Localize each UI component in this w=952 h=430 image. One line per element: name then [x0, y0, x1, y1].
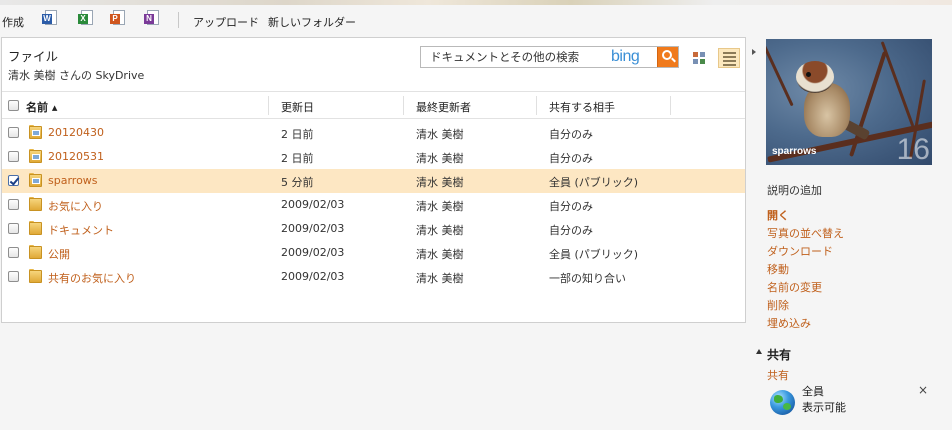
column-shared-with[interactable]: 共有する相手	[549, 99, 615, 115]
row-checkbox[interactable]	[8, 223, 19, 234]
column-modified-by[interactable]: 最終更新者	[416, 99, 471, 115]
sharing-heading: 共有	[767, 348, 792, 362]
item-count: 16	[896, 133, 930, 165]
modified-date: 5 分前	[281, 176, 314, 189]
modified-date: 2 日前	[281, 128, 314, 141]
shared-with: 自分のみ	[549, 200, 593, 213]
toolbar-divider	[178, 12, 179, 28]
upload-button[interactable]: アップロード	[193, 14, 259, 30]
modified-by: 清水 美樹	[416, 176, 464, 189]
header-banner	[0, 0, 952, 5]
modified-by: 清水 美樹	[416, 200, 464, 213]
list-icon	[723, 52, 736, 66]
shared-with: 全員 (パブリック)	[549, 248, 639, 261]
shared-with: 一部の知り合い	[549, 272, 626, 285]
folder-icon	[28, 197, 43, 212]
row-checkbox[interactable]	[8, 127, 19, 138]
modified-date: 2 日前	[281, 152, 314, 165]
row-checkbox-checked[interactable]	[8, 175, 19, 186]
table-row[interactable]: 20120430 2 日前 清水 美樹 自分のみ	[2, 121, 745, 145]
search-box: bing	[420, 46, 679, 68]
file-name-link[interactable]: 20120430	[48, 126, 104, 139]
add-description-link[interactable]: 説明の追加	[767, 182, 822, 198]
table-row[interactable]: 共有のお気に入り 2009/02/03 清水 美樹 一部の知り合い	[2, 265, 745, 289]
table-row[interactable]: ドキュメント 2009/02/03 清水 美樹 自分のみ	[2, 217, 745, 241]
modified-date: 2009/02/03	[281, 222, 345, 235]
select-all-checkbox[interactable]	[8, 100, 19, 111]
shared-with: 自分のみ	[549, 224, 593, 237]
table-row-selected[interactable]: sparrows 5 分前 清水 美樹 全員 (パブリック)	[2, 169, 745, 193]
row-checkbox[interactable]	[8, 247, 19, 258]
modified-by: 清水 美樹	[416, 272, 464, 285]
file-name-link[interactable]: 20120531	[48, 150, 104, 163]
table-row[interactable]: お気に入り 2009/02/03 清水 美樹 自分のみ	[2, 193, 745, 217]
command-toolbar: 作成 W X P N アップロード 新しいフォルダー	[0, 8, 952, 34]
file-name-link[interactable]: 共有のお気に入り	[48, 270, 136, 286]
files-panel: ファイル 清水 美樹 さんの SkyDrive bing 名前 ▴ 更新日 最終…	[1, 37, 746, 323]
album-name: sparrows	[772, 146, 817, 157]
file-name-link[interactable]: 公開	[48, 246, 70, 262]
row-checkbox[interactable]	[8, 199, 19, 210]
open-action[interactable]: 開く	[767, 207, 844, 225]
page-title: ファイル	[8, 49, 59, 64]
rename-action[interactable]: 名前の変更	[767, 279, 844, 297]
modified-date: 2009/02/03	[281, 270, 345, 283]
share-link[interactable]: 共有	[767, 367, 789, 383]
table-row[interactable]: 公開 2009/02/03 清水 美樹 全員 (パブリック)	[2, 241, 745, 265]
table-row[interactable]: 20120531 2 日前 清水 美樹 自分のみ	[2, 145, 745, 169]
delete-action[interactable]: 削除	[767, 297, 844, 315]
collapse-pane-icon[interactable]	[752, 49, 756, 55]
thumbnail-view-button[interactable]	[688, 48, 710, 68]
new-folder-button[interactable]: 新しいフォルダー	[268, 14, 356, 30]
table-header: 名前 ▴ 更新日 最終更新者 共有する相手	[2, 91, 745, 119]
search-input[interactable]	[421, 47, 621, 67]
move-action[interactable]: 移動	[767, 261, 844, 279]
search-button[interactable]	[657, 47, 678, 67]
modified-by: 清水 美樹	[416, 152, 464, 165]
row-checkbox[interactable]	[8, 151, 19, 162]
folder-icon	[28, 245, 43, 260]
shared-with: 全員 (パブリック)	[549, 176, 639, 189]
collapse-triangle-icon[interactable]	[756, 349, 762, 354]
grid-icon	[693, 52, 705, 64]
breadcrumb: 清水 美樹 さんの SkyDrive	[8, 69, 145, 82]
share-audience: 全員	[802, 385, 824, 398]
album-thumbnail[interactable]: sparrows 16	[766, 39, 932, 165]
folder-icon	[28, 221, 43, 236]
file-name-link[interactable]: sparrows	[48, 174, 98, 187]
powerpoint-icon[interactable]: P	[110, 10, 126, 28]
modified-by: 清水 美樹	[416, 128, 464, 141]
photo-folder-icon	[28, 125, 43, 140]
share-permission: 表示可能	[802, 401, 846, 414]
modified-by: 清水 美樹	[416, 248, 464, 261]
word-icon[interactable]: W	[42, 10, 58, 28]
column-name[interactable]: 名前 ▴	[26, 99, 57, 115]
file-name-link[interactable]: お気に入り	[48, 198, 103, 214]
photo-folder-icon	[28, 173, 43, 188]
actions-list: 開く 写真の並べ替え ダウンロード 移動 名前の変更 削除 埋め込み	[767, 207, 844, 333]
modified-date: 2009/02/03	[281, 198, 345, 211]
folder-icon	[28, 269, 43, 284]
bing-logo: bing	[611, 48, 640, 65]
sort-photos-action[interactable]: 写真の並べ替え	[767, 225, 844, 243]
shared-with: 自分のみ	[549, 152, 593, 165]
download-action[interactable]: ダウンロード	[767, 243, 844, 261]
create-label: 作成	[2, 16, 24, 29]
globe-icon	[770, 390, 795, 415]
excel-icon[interactable]: X	[78, 10, 94, 28]
file-name-link[interactable]: ドキュメント	[48, 222, 114, 238]
photo-folder-icon	[28, 149, 43, 164]
column-modified[interactable]: 更新日	[281, 99, 314, 115]
embed-action[interactable]: 埋め込み	[767, 315, 844, 333]
row-checkbox[interactable]	[8, 271, 19, 282]
remove-permission-button[interactable]: ×	[918, 383, 928, 397]
onenote-icon[interactable]: N	[144, 10, 160, 28]
shared-with: 自分のみ	[549, 128, 593, 141]
modified-by: 清水 美樹	[416, 224, 464, 237]
modified-date: 2009/02/03	[281, 246, 345, 259]
details-view-button[interactable]	[718, 48, 740, 68]
